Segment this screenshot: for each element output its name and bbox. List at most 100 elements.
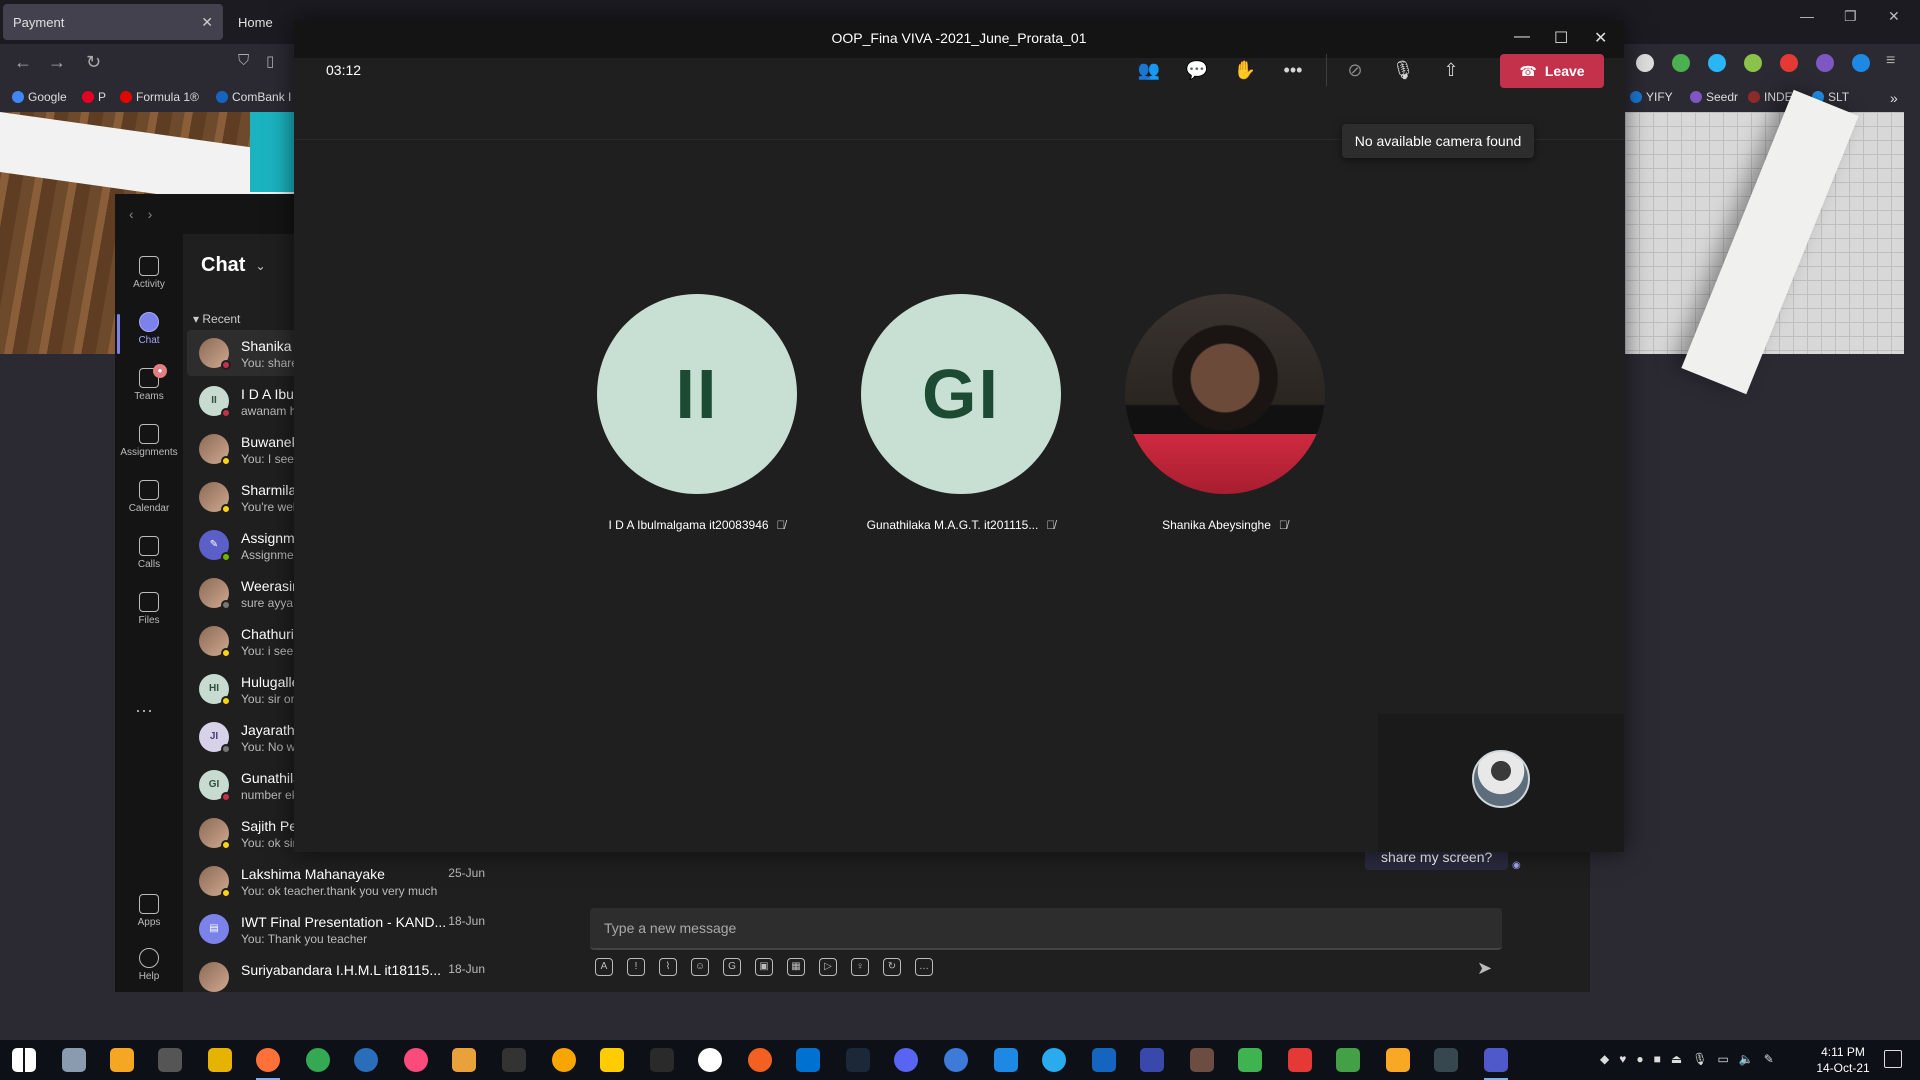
chat-header[interactable]: Chat ⌄ xyxy=(201,254,266,277)
important-icon[interactable]: ! xyxy=(627,958,645,976)
message-composer[interactable]: Type a new message xyxy=(590,908,1502,950)
playstation-icon[interactable] xyxy=(796,1048,820,1072)
adblock-icon[interactable] xyxy=(1780,54,1798,72)
attach-icon[interactable]: ⌇ xyxy=(659,958,677,976)
search-icon[interactable] xyxy=(110,1048,134,1072)
chrome-icon[interactable] xyxy=(306,1048,330,1072)
tray-teams-icon[interactable]: ◆ xyxy=(1600,1052,1609,1066)
app-icon[interactable] xyxy=(1336,1048,1360,1072)
browser-tab-payment[interactable]: Payment ✕ xyxy=(3,4,223,40)
telegram-icon[interactable] xyxy=(1042,1048,1066,1072)
page-icon[interactable]: ▯ xyxy=(266,52,274,70)
anydesk-icon[interactable] xyxy=(1288,1048,1312,1072)
tray-app-icon[interactable]: ● xyxy=(1636,1052,1643,1066)
participant-tile[interactable]: II I D A Ibulmalgama it20083946 🎙̸ xyxy=(596,294,798,532)
app-icon[interactable] xyxy=(944,1048,968,1072)
chevron-right-icon[interactable]: » xyxy=(1890,90,1898,106)
chat-list-item[interactable]: ▤ IWT Final Presentation - KAND... You: T… xyxy=(187,906,499,952)
settings-icon[interactable] xyxy=(1140,1048,1164,1072)
participants-icon[interactable]: 👥 xyxy=(1136,58,1162,82)
bookmark-combank[interactable]: ComBank I xyxy=(216,90,291,104)
extension-icon[interactable] xyxy=(1744,54,1762,72)
schedule-meeting-icon[interactable]: ▦ xyxy=(787,958,805,976)
file-explorer-icon[interactable] xyxy=(208,1048,232,1072)
tray-pen-icon[interactable]: ✎ xyxy=(1764,1052,1774,1066)
taskbar-clock[interactable]: 4:11 PM 14-Oct-21 xyxy=(1812,1044,1874,1076)
participant-tile[interactable]: Shanika Abeysinghe 🎙̸ xyxy=(1124,294,1326,532)
notification-center-icon[interactable] xyxy=(1884,1050,1902,1068)
recent-section-label[interactable]: ▾ Recent xyxy=(193,312,240,326)
format-icon[interactable]: A xyxy=(595,958,613,976)
rail-files[interactable]: Files xyxy=(115,586,183,638)
rail-teams[interactable]: ● Teams xyxy=(115,362,183,414)
bookmark-yify[interactable]: YIFY xyxy=(1630,90,1673,104)
bookmark-seedr[interactable]: Seedr xyxy=(1690,90,1738,104)
snipping-tool-icon[interactable] xyxy=(1434,1048,1458,1072)
send-icon[interactable]: ➤ xyxy=(1477,958,1492,979)
mic-off-icon[interactable]: 🎙 xyxy=(1390,58,1416,82)
app-icon[interactable] xyxy=(1238,1048,1262,1072)
teams-icon[interactable] xyxy=(1484,1048,1508,1080)
app-icon[interactable] xyxy=(158,1048,182,1072)
tray-network-icon[interactable]: ▭ xyxy=(1717,1052,1728,1066)
extension-icon[interactable] xyxy=(1852,54,1870,72)
reactions-icon[interactable]: ✋ xyxy=(1232,58,1258,82)
reload-icon[interactable]: ↻ xyxy=(86,52,101,73)
steam-icon[interactable] xyxy=(846,1048,870,1072)
back-icon[interactable]: ← xyxy=(14,52,32,73)
game-icon[interactable] xyxy=(1190,1048,1214,1072)
bookmark-formula1[interactable]: Formula 1® xyxy=(120,90,199,104)
minimize-icon[interactable]: — xyxy=(1514,28,1530,46)
vpn-icon[interactable] xyxy=(1092,1048,1116,1072)
self-preview[interactable] xyxy=(1378,714,1624,852)
media-player-icon[interactable] xyxy=(452,1048,476,1072)
forward-icon[interactable]: → xyxy=(48,52,66,73)
bookmark-google[interactable]: Google xyxy=(12,90,67,104)
rail-chat[interactable]: Chat xyxy=(115,306,183,358)
page-scrollbar[interactable] xyxy=(1904,112,1920,1040)
restore-icon[interactable]: ❐ xyxy=(1844,8,1857,25)
music-icon[interactable] xyxy=(404,1048,428,1072)
edge-icon[interactable] xyxy=(994,1048,1018,1072)
video-editor-icon[interactable] xyxy=(502,1048,526,1072)
loop-icon[interactable]: ↻ xyxy=(883,958,901,976)
epic-games-icon[interactable] xyxy=(650,1048,674,1072)
app-icon[interactable] xyxy=(552,1048,576,1072)
praise-icon[interactable]: ♀ xyxy=(851,958,869,976)
chat-list-item[interactable]: Lakshima Mahanayake You: ok teacher.thank… xyxy=(187,858,499,904)
pocket-icon[interactable] xyxy=(1636,54,1654,72)
history-arrows-icon[interactable]: ‹› xyxy=(129,206,166,222)
rail-calls[interactable]: Calls xyxy=(115,530,183,582)
rail-assignments[interactable]: Assignments xyxy=(115,418,183,470)
tray-shield-icon[interactable]: ♥ xyxy=(1619,1052,1626,1066)
rail-activity[interactable]: Activity xyxy=(115,250,183,302)
bookmark-pinterest[interactable]: P xyxy=(82,90,106,104)
emoji-icon[interactable]: ☺ xyxy=(691,958,709,976)
minimize-icon[interactable]: — xyxy=(1800,8,1814,24)
discord-icon[interactable] xyxy=(894,1048,918,1072)
more-actions-icon[interactable]: ••• xyxy=(1280,58,1306,82)
share-screen-icon[interactable]: ⇧ xyxy=(1438,58,1464,82)
rail-calendar[interactable]: Calendar xyxy=(115,474,183,526)
extension-icon[interactable] xyxy=(1816,54,1834,72)
start-icon[interactable] xyxy=(12,1048,36,1072)
calculator-icon[interactable] xyxy=(62,1048,86,1072)
tray-nvidia-icon[interactable]: ■ xyxy=(1654,1052,1661,1066)
rail-apps[interactable]: Apps xyxy=(115,894,183,928)
extension-icon[interactable] xyxy=(1672,54,1690,72)
chat-list-item[interactable]: Suriyabandara I.H.M.L it18115... 18-Jun xyxy=(187,954,499,992)
origin-icon[interactable] xyxy=(748,1048,772,1072)
ubisoft-icon[interactable] xyxy=(698,1048,722,1072)
close-icon[interactable]: ✕ xyxy=(1888,8,1900,25)
menu-icon[interactable]: ≡ xyxy=(1886,52,1895,70)
camera-off-icon[interactable]: ⊘ xyxy=(1342,58,1368,82)
close-icon[interactable]: ✕ xyxy=(1594,28,1607,48)
stream-icon[interactable]: ▷ xyxy=(819,958,837,976)
rail-help[interactable]: Help xyxy=(115,948,183,982)
leave-button[interactable]: ☎ Leave xyxy=(1500,54,1604,88)
firefox-icon[interactable] xyxy=(256,1048,280,1080)
maximize-icon[interactable]: ☐ xyxy=(1554,28,1568,48)
shield-icon[interactable]: ⛉ xyxy=(238,52,249,69)
extension-icon[interactable] xyxy=(1708,54,1726,72)
gif-icon[interactable]: G xyxy=(723,958,741,976)
